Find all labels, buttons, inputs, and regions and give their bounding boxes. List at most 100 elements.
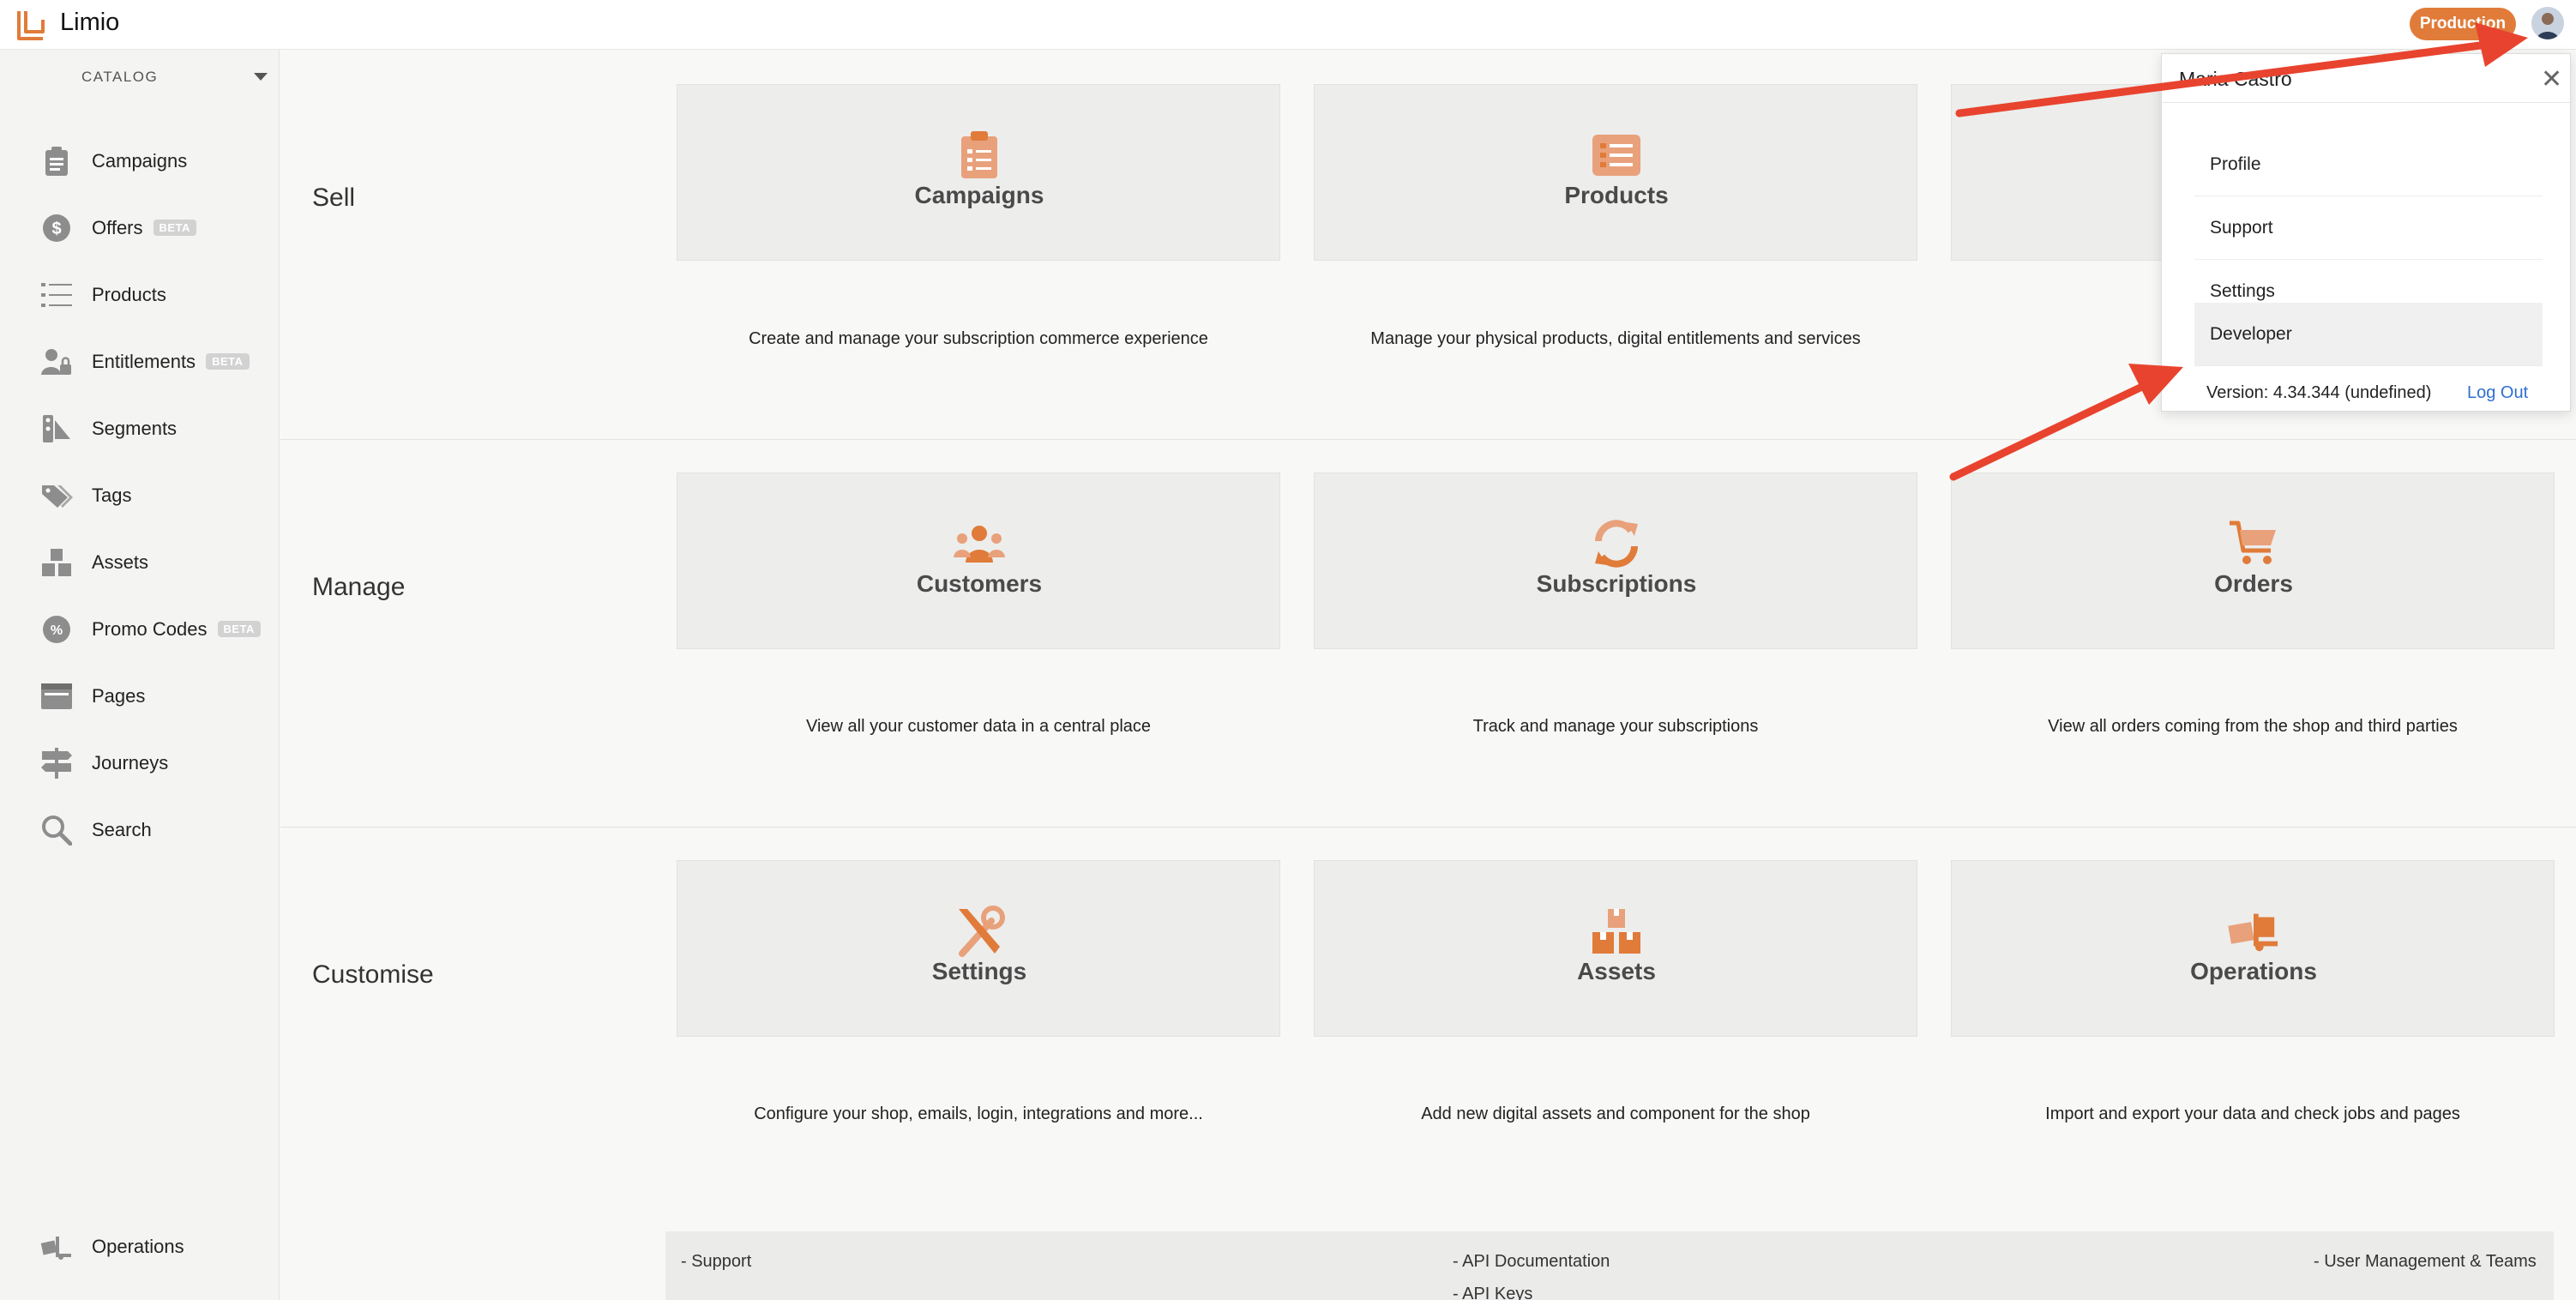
numbered-list-icon bbox=[39, 278, 74, 312]
footer-link-api-documentation[interactable]: - API Documentation bbox=[1453, 1252, 1610, 1272]
dollar-badge-icon: $ bbox=[39, 211, 74, 245]
card-description: Create and manage your subscription comm… bbox=[749, 329, 1208, 348]
cart-icon bbox=[2228, 518, 2279, 569]
top-bar: Limio Production bbox=[0, 0, 2576, 50]
card-products[interactable]: Products bbox=[1314, 84, 1917, 261]
sidebar-item-label: Segments bbox=[92, 418, 178, 439]
sidebar-item-label-with-badge: Entitlements BETA bbox=[92, 351, 250, 373]
card-description: View all your customer data in a central… bbox=[805, 717, 1152, 736]
beta-badge: BETA bbox=[206, 353, 250, 370]
logout-link[interactable]: Log Out bbox=[2467, 383, 2528, 403]
card-customers[interactable]: Customers bbox=[677, 472, 1280, 649]
sync-icon bbox=[1591, 518, 1642, 569]
tags-icon bbox=[39, 478, 74, 513]
sidebar-item-label: Journeys bbox=[92, 752, 169, 773]
user-name: Maria Castro bbox=[2179, 68, 2292, 90]
card-orders[interactable]: Orders bbox=[1951, 472, 2555, 649]
footer-link-support[interactable]: - Support bbox=[681, 1252, 751, 1272]
sidebar-item-label: Operations bbox=[92, 1236, 184, 1257]
card-title: Operations bbox=[2190, 958, 2317, 984]
clipboard-icon bbox=[39, 144, 74, 178]
card-title: Settings bbox=[931, 958, 1027, 984]
sidebar-item-label: Search bbox=[92, 819, 152, 840]
users-icon bbox=[954, 518, 1005, 569]
card-operations[interactable]: Operations bbox=[1951, 860, 2555, 1037]
sidebar-item-label: Assets bbox=[92, 551, 149, 573]
card-campaigns[interactable]: Campaigns bbox=[677, 84, 1280, 261]
card-title: Customers bbox=[916, 570, 1043, 597]
user-lock-icon bbox=[39, 345, 74, 379]
card-title: Subscriptions bbox=[1536, 570, 1697, 597]
sidebar-item-products[interactable]: Products bbox=[0, 269, 280, 321]
sidebar-item-pages[interactable]: Pages bbox=[0, 671, 280, 722]
signpost-icon bbox=[39, 746, 74, 780]
sidebar-item-offers[interactable]: $ Offers BETA bbox=[0, 202, 280, 254]
percent-badge-icon: % bbox=[39, 612, 74, 647]
card-description: Track and manage your subscriptions bbox=[1472, 717, 1759, 736]
tools-icon bbox=[954, 906, 1005, 957]
menu-item-developer[interactable]: Developer bbox=[2194, 303, 2543, 366]
section-divider bbox=[280, 827, 2576, 828]
section-title-customise: Customise bbox=[312, 960, 434, 989]
sidebar-item-label: Campaigns bbox=[92, 150, 188, 172]
sidebar-item-journeys[interactable]: Journeys bbox=[0, 737, 280, 789]
clipboard-icon bbox=[954, 129, 1005, 181]
menu-item-profile[interactable]: Profile bbox=[2194, 133, 2543, 196]
sidebar-item-label: Tags bbox=[92, 484, 132, 506]
sidebar-item-campaigns[interactable]: Campaigns bbox=[0, 135, 280, 187]
card-assets[interactable]: Assets bbox=[1314, 860, 1917, 1037]
chevron-down-icon[interactable] bbox=[254, 73, 268, 81]
environment-badge[interactable]: Production bbox=[2410, 8, 2516, 40]
section-divider bbox=[280, 439, 2576, 440]
card-description: Configure your shop, emails, login, inte… bbox=[754, 1104, 1203, 1123]
card-title: Assets bbox=[1577, 958, 1656, 984]
catalog-selector[interactable]: CATALOG bbox=[81, 69, 158, 86]
dolly-icon bbox=[2228, 906, 2279, 957]
user-menu-dropdown: Maria Castro ✕ Profile Support Settings … bbox=[2161, 53, 2572, 412]
sidebar-item-label-with-badge: Promo Codes BETA bbox=[92, 618, 261, 641]
sidebar-item-segments[interactable]: Segments bbox=[0, 403, 280, 454]
sidebar-item-label: Products bbox=[92, 284, 166, 305]
close-icon[interactable]: ✕ bbox=[2541, 64, 2562, 94]
sidebar-item-label: Pages bbox=[92, 685, 146, 707]
sidebar-item-operations[interactable]: Operations bbox=[0, 1221, 280, 1273]
sidebar-item-label-with-badge: Offers BETA bbox=[92, 217, 196, 239]
menu-item-support[interactable]: Support bbox=[2194, 196, 2543, 260]
sidebar: CATALOG Campaigns $ Offers BETA Products … bbox=[0, 50, 280, 1300]
card-description: Add new digital assets and component for… bbox=[1421, 1104, 1810, 1123]
svg-text:%: % bbox=[51, 623, 63, 638]
section-title-sell: Sell bbox=[312, 184, 356, 212]
boxes-icon bbox=[39, 545, 74, 580]
dropdown-divider bbox=[2162, 102, 2572, 103]
sidebar-item-search[interactable]: Search bbox=[0, 804, 280, 856]
sidebar-item-label: Promo Codes bbox=[92, 618, 208, 640]
footer-link-user-management[interactable]: - User Management & Teams bbox=[2314, 1252, 2537, 1272]
card-description: Manage your physical products, digital e… bbox=[1370, 329, 1861, 348]
card-subscriptions[interactable]: Subscriptions bbox=[1314, 472, 1917, 649]
section-title-manage: Manage bbox=[312, 573, 406, 601]
footer-link-api-keys[interactable]: - API Keys bbox=[1453, 1285, 1532, 1300]
avatar-photo-icon bbox=[2531, 7, 2564, 39]
sidebar-item-label: Entitlements bbox=[92, 351, 196, 372]
sidebar-item-assets[interactable]: Assets bbox=[0, 537, 280, 588]
card-description: View all orders coming from the shop and… bbox=[2048, 717, 2458, 736]
user-avatar[interactable] bbox=[2531, 7, 2564, 39]
limio-logo-icon[interactable] bbox=[14, 8, 48, 42]
boxes-icon bbox=[1591, 906, 1642, 957]
operations-icon bbox=[39, 1230, 74, 1264]
card-title: Campaigns bbox=[914, 182, 1044, 208]
card-settings[interactable]: Settings bbox=[677, 860, 1280, 1037]
arrow-to-developer bbox=[1949, 364, 2183, 481]
card-title: Orders bbox=[2214, 570, 2293, 597]
brand-name: Limio bbox=[60, 9, 120, 36]
beta-badge: BETA bbox=[153, 220, 196, 236]
segments-icon bbox=[39, 412, 74, 446]
footer-links: - Support - API Documentation - API Keys… bbox=[665, 1231, 2554, 1300]
sidebar-item-tags[interactable]: Tags bbox=[0, 470, 280, 521]
svg-text:$: $ bbox=[51, 220, 61, 238]
search-icon bbox=[39, 813, 74, 847]
sidebar-item-label: Offers bbox=[92, 217, 143, 238]
sidebar-item-entitlements[interactable]: Entitlements BETA bbox=[0, 336, 280, 388]
sidebar-item-promo-codes[interactable]: % Promo Codes BETA bbox=[0, 604, 280, 655]
list-icon bbox=[1591, 129, 1642, 181]
